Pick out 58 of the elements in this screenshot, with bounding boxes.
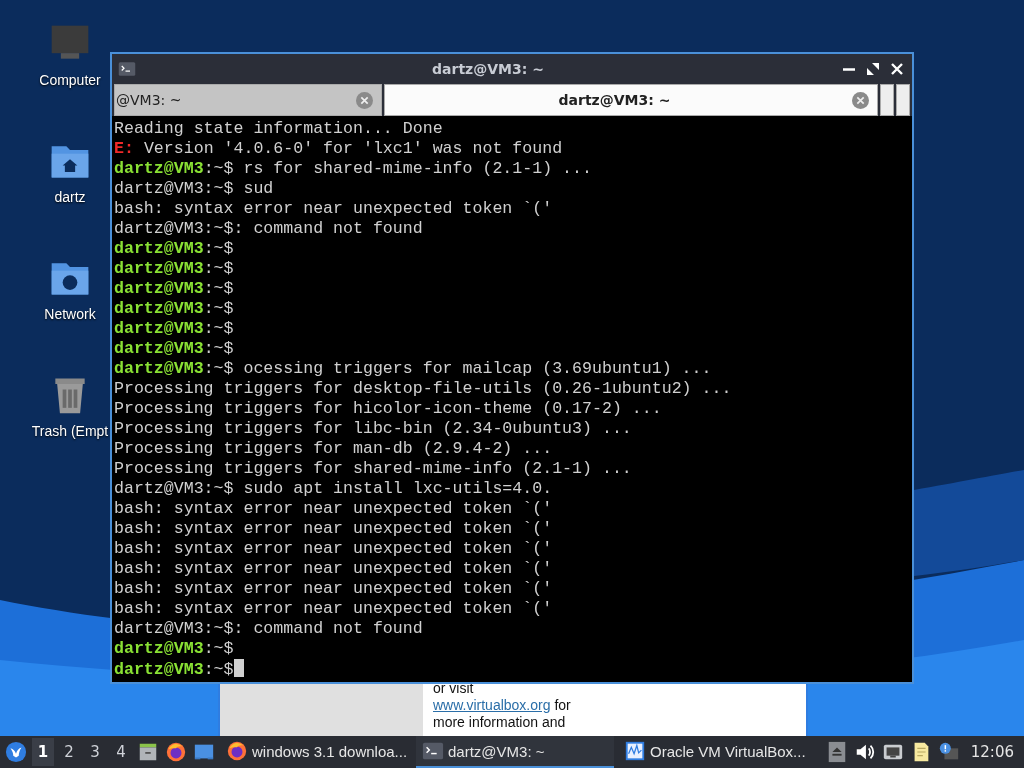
waveform-icon: [624, 740, 646, 762]
output-line: bash: syntax error near unexpected token `(': [114, 559, 554, 579]
output-line: dartz@VM3:~$ sudo apt install lxc-utils=4.0.: [114, 479, 554, 499]
prompt-line: dartz@VM3:~$: [114, 259, 235, 279]
terminal-icon: [118, 60, 136, 78]
window-title: dartz@VM3: ~: [431, 61, 545, 77]
workspace-button[interactable]: 2: [58, 738, 80, 766]
output-line: dartz@VM3:~$: command not found: [114, 219, 424, 239]
output-line: Processing triggers for hicolor-icon-theme (0.17-2) ...: [114, 399, 663, 419]
output-line: bash: syntax error near unexpected token `(': [114, 579, 554, 599]
output-line: Processing triggers for libc-bin (2.34-0ubuntu3) ...: [114, 419, 633, 439]
clock[interactable]: 12:06: [964, 743, 1020, 761]
output-line: bash: syntax error near unexpected token `(': [114, 599, 554, 619]
close-icon[interactable]: [356, 91, 373, 109]
start-menu-icon[interactable]: [5, 741, 27, 763]
output-line: Processing triggers for desktop-file-utils (0.26-1ubuntu2) ...: [114, 379, 733, 399]
prompt-line: dartz@VM3:~$: [114, 299, 235, 319]
prompt-line: dartz@VM3:~$: [114, 339, 235, 359]
prompt-line: dartz@VM3:~$: [114, 639, 235, 659]
link[interactable]: www.virtualbox.org: [433, 697, 551, 713]
workspace-button[interactable]: 3: [84, 738, 106, 766]
tab[interactable]: @VM3: ~: [114, 84, 382, 116]
output-line: Processing triggers for man-db (2.9.4-2) ...: [114, 439, 554, 459]
output-line: bash: syntax error near unexpected token `(': [114, 199, 554, 219]
file-cabinet-icon[interactable]: [137, 741, 159, 763]
output-line: Processing triggers for shared-mime-info (2.1-1) ...: [114, 459, 633, 479]
tab[interactable]: dartz@VM3: ~: [384, 84, 878, 116]
task-button[interactable]: dartz@VM3: ~: [416, 736, 614, 768]
icon-label[interactable]: Network: [44, 306, 96, 322]
icon-label[interactable]: Trash (Empt: [31, 423, 109, 439]
output-line: dartz@VM3:~$ sud: [114, 179, 275, 199]
error-line: E: Version '4.0.6-0' for 'lxc1' was not found: [114, 139, 564, 159]
close-icon: [891, 63, 903, 75]
prompt-line: dartz@VM3:~$: [114, 279, 235, 299]
output-line: Reading state information... Done: [114, 119, 444, 139]
terminal-icon: [422, 740, 444, 762]
task-button[interactable]: Oracle VM VirtualBox...: [618, 736, 814, 768]
workspace-button[interactable]: 1: [32, 738, 54, 766]
output-line: bash: syntax error near unexpected token `(': [114, 539, 554, 559]
output-line: dartz@VM3:~$: command not found: [114, 619, 424, 639]
prompt-line: dartz@VM3:~$ rs for shared-mime-info (2.1-1) ...: [114, 159, 593, 179]
maximize-icon: [867, 63, 879, 75]
output-line: bash: syntax error near unexpected token `(': [114, 519, 554, 539]
icon-label[interactable]: Computer: [39, 72, 101, 88]
prompt-line: dartz@VM3:~$: [114, 239, 235, 259]
workspace-button[interactable]: 4: [110, 738, 132, 766]
maximize-button[interactable]: [864, 60, 882, 78]
icon-label[interactable]: dartz: [54, 189, 86, 205]
info-paragraph: or visit www.virtualbox.org for more information and: [432, 680, 571, 732]
prompt-line: dartz@VM3:~$ ocessing triggers for mailcap (3.69ubuntu1) ...: [114, 359, 713, 379]
firefox-icon: [226, 740, 248, 762]
minimize-icon: [843, 67, 855, 71]
prompt-line: dartz@VM3:~$: [114, 660, 234, 679]
task-button[interactable]: windows 3.1 downloa...: [220, 736, 412, 768]
close-icon[interactable]: [852, 91, 869, 109]
firefox-icon[interactable]: [165, 741, 187, 763]
prompt-line: dartz@VM3:~$: [114, 319, 235, 339]
output-line: bash: syntax error near unexpected token `(': [114, 499, 554, 519]
